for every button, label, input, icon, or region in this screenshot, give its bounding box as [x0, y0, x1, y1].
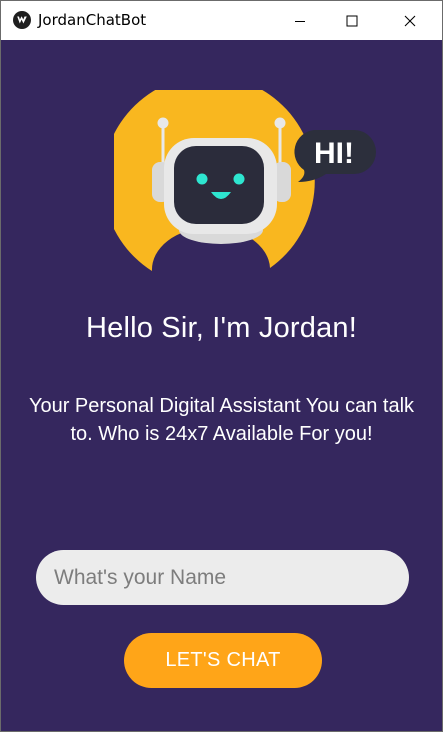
- speech-bubble: HI!: [294, 130, 376, 182]
- minimize-icon: [295, 20, 305, 22]
- speech-bubble-text: HI!: [314, 137, 354, 170]
- robot-illustration: HI!: [114, 90, 376, 271]
- main-content: HI! Hello Sir, I'm Jordan! Your Personal…: [1, 40, 442, 731]
- minimize-button[interactable]: [277, 1, 323, 40]
- app-window: JordanChatBot HI! Hello Sir, I'm Jordan!…: [0, 0, 443, 732]
- maximize-button[interactable]: [329, 1, 375, 40]
- title-bar[interactable]: JordanChatBot: [1, 1, 442, 40]
- close-button[interactable]: [387, 1, 433, 40]
- maximize-icon: [346, 15, 358, 26]
- name-input[interactable]: [36, 550, 409, 605]
- close-icon: [404, 15, 416, 26]
- robot-head-icon: [164, 138, 277, 234]
- lets-chat-button[interactable]: LET'S CHAT: [124, 633, 322, 688]
- greeting-heading: Hello Sir, I'm Jordan!: [85, 312, 358, 344]
- assistant-description: Your Personal Digital Assistant You can …: [28, 395, 415, 445]
- kivy-app-icon: [13, 11, 31, 29]
- window-title: JordanChatBot: [38, 11, 147, 29]
